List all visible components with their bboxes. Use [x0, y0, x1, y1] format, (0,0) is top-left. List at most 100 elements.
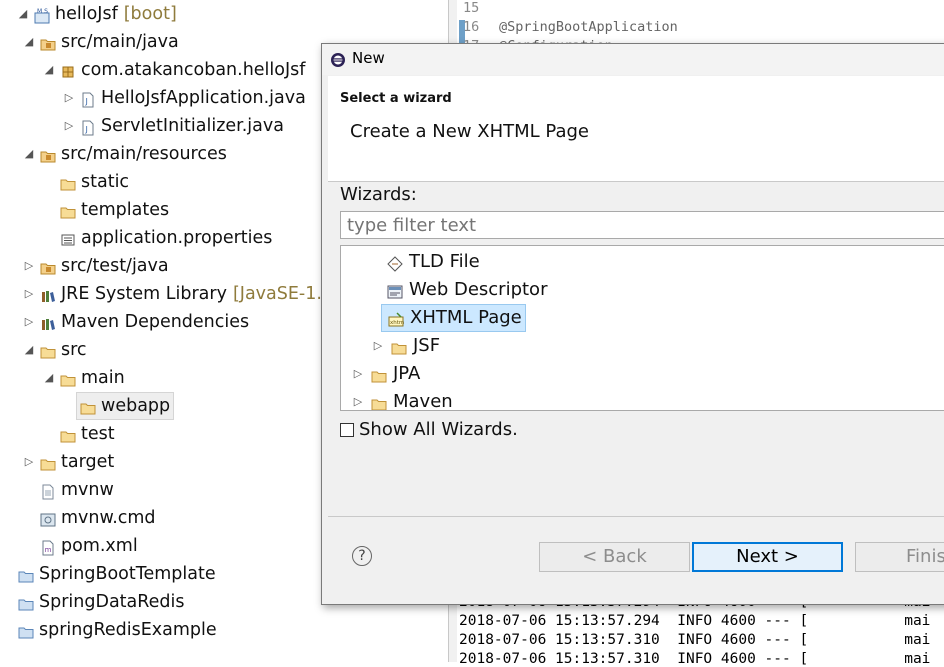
eclipse-icon — [331, 53, 345, 67]
wizard-item-label: XHTML Page — [410, 307, 522, 328]
tree-item[interactable]: SpringBootTemplate — [0, 560, 216, 588]
tree-item[interactable]: ◢ M S helloJsf [boot] — [16, 0, 177, 28]
xhtml-page-icon: xhtml — [388, 310, 406, 327]
tree-item[interactable]: ▷ J HelloJsfApplication.java — [62, 84, 306, 112]
wizard-item[interactable]: Web Descriptor — [381, 276, 547, 304]
folder-icon — [60, 426, 76, 443]
collapsed-arrow-icon[interactable]: ▷ — [22, 309, 36, 335]
dialog-titlebar[interactable]: New — [322, 44, 944, 75]
console-line: 2018-07-06 15:13:57.294 INFO 4600 --- [ … — [459, 613, 931, 629]
tree-item-label: SpringBootTemplate — [39, 564, 216, 584]
tree-item[interactable]: springRedisExample — [0, 616, 217, 644]
collapsed-arrow-icon[interactable]: ▷ — [22, 281, 36, 307]
folder-icon — [40, 342, 56, 359]
finish-button[interactable]: Finis — [855, 542, 944, 572]
collapsed-arrow-icon[interactable]: ▷ — [22, 449, 36, 475]
closed-project-icon — [18, 622, 34, 639]
filter-input[interactable] — [340, 211, 944, 239]
wizard-tree: TLD File Web Descriptor xhtml XHTML Page ▷ JS… — [340, 245, 944, 411]
tree-item-label: target — [61, 452, 115, 472]
show-all-label: Show All Wizards. — [359, 419, 518, 440]
collapsed-arrow-icon[interactable]: ▷ — [62, 85, 76, 111]
tree-item[interactable]: ◢ src/main/java — [22, 28, 179, 56]
tree-item[interactable]: ◢ main — [42, 364, 125, 392]
show-all-wizards-checkbox[interactable]: Show All Wizards. — [340, 419, 518, 440]
tree-item[interactable]: mvnw.cmd — [22, 504, 156, 532]
folder-icon — [40, 454, 56, 471]
tree-item[interactable]: m pom.xml — [22, 532, 138, 560]
tree-item-label: src/main/resources — [61, 144, 227, 164]
collapsed-arrow-icon[interactable]: ▷ — [351, 361, 365, 387]
tree-item[interactable]: SpringDataRedis — [0, 588, 185, 616]
tree-item[interactable]: webapp — [62, 392, 175, 420]
dialog-title: New — [352, 49, 385, 67]
tree-item-label: templates — [81, 200, 170, 220]
closed-project-icon — [18, 566, 34, 583]
collapsed-arrow-icon[interactable]: ▷ — [371, 333, 385, 359]
next-button[interactable]: Next > — [692, 542, 843, 572]
package-icon — [60, 62, 76, 78]
tree-item-label: webapp — [101, 396, 171, 416]
wizard-item[interactable]: ▷ Maven — [351, 388, 453, 411]
tree-item-label: JRE System Library — [61, 284, 227, 304]
expanded-arrow-icon[interactable]: ◢ — [42, 57, 56, 83]
project-icon: M S — [34, 6, 50, 24]
svg-text:J: J — [85, 97, 88, 106]
tree-item-label: application.properties — [81, 228, 273, 248]
wizards-label: Wizards: — [340, 184, 417, 205]
tree-item[interactable]: templates — [42, 196, 169, 224]
wizard-item[interactable]: ▷ JSF — [371, 332, 440, 360]
button-separator — [328, 516, 944, 517]
tree-item[interactable]: ◢ src/main/resources — [22, 140, 227, 168]
code-text: @SpringBootApplication — [499, 19, 678, 35]
expanded-arrow-icon[interactable]: ◢ — [42, 365, 56, 391]
tree-item[interactable]: static — [42, 168, 129, 196]
wizard-item-label: Maven — [393, 391, 453, 411]
line-number: 16 — [463, 19, 480, 35]
checkbox-box[interactable] — [340, 422, 354, 437]
tree-item[interactable]: ▷ src/test/java — [22, 252, 169, 280]
help-icon[interactable]: ? — [352, 546, 372, 566]
web-descriptor-icon — [387, 282, 403, 299]
collapsed-arrow-icon[interactable]: ▷ — [62, 113, 76, 139]
expanded-arrow-icon[interactable]: ◢ — [22, 337, 36, 363]
wizard-item[interactable]: ▷ JPA — [351, 360, 421, 388]
xml-file-icon: m — [40, 538, 56, 556]
tree-item-label: pom.xml — [61, 536, 138, 556]
svg-text:xhtml: xhtml — [390, 320, 404, 326]
tree-item-label: static — [81, 172, 130, 192]
tree-item[interactable]: ▷ target — [22, 448, 114, 476]
tree-item-label: SpringDataRedis — [39, 592, 185, 612]
wizard-item[interactable]: TLD File — [381, 248, 480, 276]
library-icon — [40, 314, 56, 330]
wizard-item-label: TLD File — [409, 251, 480, 272]
tree-item-label: HelloJsfApplication.java — [101, 88, 306, 108]
tree-item[interactable]: ▷ Maven Dependencies — [22, 308, 249, 336]
tree-item[interactable]: ◢ com.atakancoban.helloJsf — [42, 56, 306, 84]
expanded-arrow-icon[interactable]: ◢ — [22, 141, 36, 167]
back-button[interactable]: < Back — [539, 542, 690, 572]
tree-item[interactable]: ▷ JRE System Library [JavaSE-1.8] — [22, 280, 340, 308]
tree-item-label: springRedisExample — [39, 620, 217, 640]
header-separator — [328, 181, 944, 182]
new-wizard-dialog: New Select a wizard Create a New XHTML P… — [321, 43, 944, 605]
code-line: 16 @SpringBootApplication — [463, 19, 678, 35]
expanded-arrow-icon[interactable]: ◢ — [16, 1, 30, 27]
collapsed-arrow-icon[interactable]: ▷ — [351, 389, 365, 410]
tree-item[interactable]: test — [42, 420, 115, 448]
expanded-arrow-icon[interactable]: ◢ — [22, 29, 36, 55]
tree-item[interactable]: mvnw — [22, 476, 114, 504]
java-file-icon: J — [80, 90, 96, 108]
tree-item[interactable]: ◢ src — [22, 336, 87, 364]
wizard-item[interactable]: xhtml XHTML Page — [381, 304, 526, 332]
collapsed-arrow-icon[interactable]: ▷ — [22, 253, 36, 279]
tree-item-label: Maven Dependencies — [61, 312, 250, 332]
tree-item-label: ServletInitializer.java — [101, 116, 284, 136]
tree-item[interactable]: ▷ J ServletInitializer.java — [62, 112, 284, 140]
tree-item-label: mvnw — [61, 480, 114, 500]
console-line: 2018-07-06 15:13:57.310 INFO 4600 --- [ … — [459, 632, 931, 648]
closed-project-icon — [18, 594, 34, 611]
java-file-icon: J — [80, 118, 96, 136]
tree-item-decoration: [boot] — [123, 4, 177, 24]
tree-item[interactable]: application.properties — [42, 224, 272, 252]
